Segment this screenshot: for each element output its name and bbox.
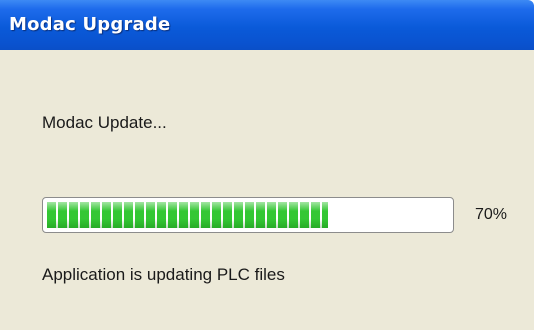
status-message: Application is updating PLC files — [42, 265, 285, 284]
progress-bar — [42, 197, 454, 233]
window-edge — [534, 0, 548, 330]
upgrade-dialog-window: Modac Upgrade Modac Update... 70% Applic… — [0, 0, 548, 330]
dialog-body — [0, 50, 534, 330]
progress-percent-label: 70% — [475, 206, 508, 223]
progress-bar-fill — [47, 202, 328, 228]
title-bar[interactable]: Modac Upgrade — [0, 0, 534, 50]
update-heading: Modac Update... — [42, 113, 167, 132]
window-title: Modac Upgrade — [9, 14, 171, 35]
